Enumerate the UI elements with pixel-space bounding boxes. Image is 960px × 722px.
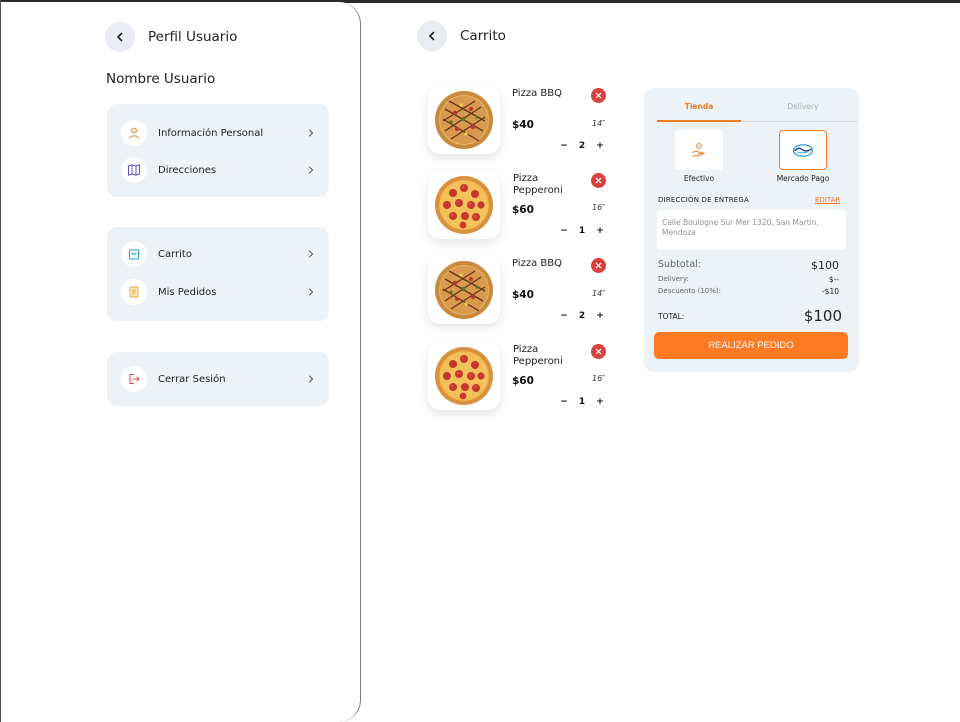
remove-item-button[interactable] (591, 258, 606, 273)
quantity-value: 2 (578, 141, 586, 151)
item-name: Pizza Pepperoni (513, 344, 563, 367)
item-price: $40 (512, 289, 534, 301)
cash-hand-icon (692, 143, 705, 157)
cart-item: Pizza Pepperoni $60 16″ − 1 + (428, 342, 608, 424)
map-icon (121, 157, 147, 183)
cart-item: Pizza Pepperoni $60 16″ − 1 + (428, 171, 608, 253)
decrease-button[interactable]: − (558, 311, 570, 321)
increase-button[interactable]: + (594, 226, 606, 236)
remove-item-button[interactable] (591, 88, 606, 103)
pizza-pepperoni-image (428, 342, 500, 410)
quantity-value: 1 (578, 397, 586, 407)
menu-item-logout[interactable]: Cerrar Sesión (121, 365, 315, 393)
chevron-right-icon (309, 166, 314, 174)
quantity-stepper: − 2 + (558, 310, 606, 322)
item-size: 16″ (592, 374, 606, 383)
menu-item-cart[interactable]: Carrito (121, 240, 315, 268)
pizza-bbq-image (428, 256, 500, 324)
decrease-button[interactable]: − (558, 226, 570, 236)
mercado-pago-icon (792, 143, 814, 157)
remove-item-button[interactable] (591, 173, 606, 188)
window-left-border (0, 0, 1, 722)
item-name: Pizza BBQ (512, 88, 562, 99)
increase-button[interactable]: + (594, 397, 606, 407)
payment-label-cash: Efectivo (683, 174, 715, 183)
payment-option-cash[interactable] (675, 130, 723, 170)
increase-button[interactable]: + (594, 311, 606, 321)
address-field[interactable]: Calle Boulogne Sur Mer 1320, San Martín,… (657, 210, 846, 250)
chevron-left-icon (117, 32, 123, 42)
delivery-value: $-- (828, 275, 839, 284)
active-tab-indicator (657, 120, 741, 122)
discount-value: -$10 (821, 287, 839, 296)
payment-label-mercado-pago: Mercado Pago (776, 174, 830, 183)
tab-tienda[interactable]: Tienda (657, 102, 741, 111)
chevron-left-icon (429, 31, 435, 41)
item-name: Pizza BBQ (512, 258, 562, 269)
item-size: 14″ (592, 289, 606, 298)
discount-label: Descuento (10%): (658, 287, 722, 295)
payment-option-mercado-pago[interactable] (779, 130, 827, 170)
shopping-bag-icon (121, 241, 147, 267)
subtotal-value: $100 (811, 259, 839, 272)
quantity-value: 2 (578, 311, 586, 321)
chevron-right-icon (309, 250, 314, 258)
profile-card-orders: Carrito Mis Pedidos (107, 227, 329, 321)
decrease-button[interactable]: − (558, 397, 570, 407)
profile-card-info: Información Personal Direcciones (107, 104, 329, 197)
item-price: $60 (512, 204, 534, 216)
pizza-bbq-image (428, 86, 500, 154)
decrease-button[interactable]: − (558, 141, 570, 151)
chevron-right-icon (309, 129, 314, 137)
menu-label: Información Personal (158, 127, 264, 139)
logout-icon (121, 366, 147, 392)
menu-label: Direcciones (158, 164, 217, 176)
user-icon (121, 120, 147, 146)
close-icon (595, 348, 602, 355)
cart-item: Pizza BBQ $40 14″ − 2 + (428, 256, 608, 338)
item-price: $60 (512, 375, 534, 387)
tab-delivery[interactable]: Delivery (761, 102, 845, 111)
delivery-address-label: DIRECCIÓN DE ENTREGA (658, 196, 750, 204)
cart-title: Carrito (460, 28, 506, 44)
total-label: TOTAL: (658, 312, 685, 321)
item-price: $40 (512, 119, 534, 131)
cart-back-button[interactable] (417, 21, 447, 51)
chevron-right-icon (309, 288, 314, 296)
profile-back-button[interactable] (105, 22, 135, 52)
subtotal-label: Subtotal: (658, 259, 702, 270)
increase-button[interactable]: + (594, 141, 606, 151)
item-size: 16″ (592, 203, 606, 212)
menu-item-personal-info[interactable]: Información Personal (121, 119, 315, 147)
menu-item-addresses[interactable]: Direcciones (121, 156, 315, 184)
menu-label: Cerrar Sesión (158, 373, 226, 385)
profile-title: Perfil Usuario (148, 29, 238, 45)
edit-address-link[interactable]: EDITAR (815, 196, 840, 204)
quantity-stepper: − 1 + (558, 396, 606, 408)
order-summary-panel: Tienda Delivery Efectivo Mercado Pago DI… (644, 88, 859, 372)
item-name: Pizza Pepperoni (513, 173, 563, 196)
remove-item-button[interactable] (591, 344, 606, 359)
profile-panel: Perfil Usuario Nombre Usuario Informació… (0, 2, 361, 722)
cart-item: Pizza BBQ $40 14″ − 2 + (428, 86, 608, 168)
close-icon (595, 262, 602, 269)
user-name: Nombre Usuario (106, 71, 216, 87)
chevron-right-icon (309, 375, 314, 383)
place-order-button[interactable]: REALIZAR PEDIDO (654, 332, 848, 359)
pizza-pepperoni-image (428, 171, 500, 239)
close-icon (595, 92, 602, 99)
item-size: 14″ (592, 119, 606, 128)
menu-label: Mis Pedidos (158, 286, 217, 298)
profile-card-session: Cerrar Sesión (107, 352, 329, 406)
delivery-label: Delivery: (658, 275, 689, 283)
quantity-stepper: − 2 + (558, 140, 606, 152)
quantity-stepper: − 1 + (558, 225, 606, 237)
orders-icon (121, 279, 147, 305)
quantity-value: 1 (578, 226, 586, 236)
menu-label: Carrito (158, 248, 192, 260)
close-icon (595, 177, 602, 184)
menu-item-my-orders[interactable]: Mis Pedidos (121, 278, 315, 306)
total-value: $100 (803, 307, 842, 325)
